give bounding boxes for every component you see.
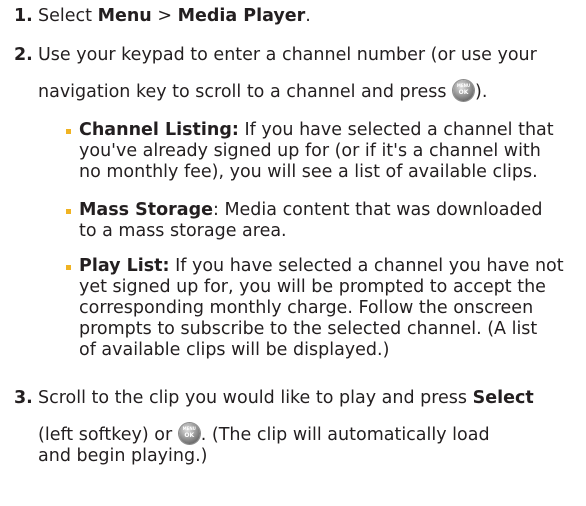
- bullet-marker: [66, 265, 71, 270]
- bullet-term: Channel Listing:: [79, 120, 239, 140]
- step-text: Scroll to the clip you would like to pla…: [38, 388, 578, 467]
- step-1: 1. Select Menu > Media Player.: [14, 6, 578, 27]
- bullet-text: If you have selected a channel you have …: [169, 256, 564, 276]
- step-line: Scroll to the clip you would like to pla…: [38, 388, 578, 409]
- bullet-play-list: Play List: If you have selected a channe…: [66, 256, 574, 361]
- bullet-line: to a mass storage area.: [79, 221, 287, 241]
- bullet-line: prompts to subscribe to the selected cha…: [79, 319, 538, 339]
- media-player-term: Media Player: [177, 6, 306, 26]
- bullet-term: Play List:: [79, 256, 170, 276]
- menu-ok-key-icon: [178, 423, 200, 444]
- select-term: Select: [472, 388, 534, 408]
- step-3: 3. Scroll to the clip you would like to …: [14, 388, 578, 467]
- bullet-line: Play List: If you have selected a channe…: [79, 256, 574, 277]
- bullet-mass-storage: Mass Storage: Media content that was dow…: [66, 200, 574, 242]
- step-text: Select Menu > Media Player.: [38, 6, 578, 27]
- bullet-term: Mass Storage: [79, 200, 213, 220]
- bullet-line: yet signed up for, you will be prompted …: [79, 277, 546, 297]
- step-text-part: navigation key to scroll to a channel an…: [38, 82, 453, 102]
- step-text-part: Scroll to the clip you would like to pla…: [38, 388, 473, 408]
- menu-term: Menu: [97, 6, 152, 26]
- step-line: navigation key to scroll to a channel an…: [38, 80, 578, 103]
- bullet-text: : Media content that was downloaded: [212, 200, 543, 220]
- bullet-marker: [66, 129, 71, 134]
- step-text-part: ).: [475, 82, 488, 102]
- menu-ok-key-icon: [453, 80, 475, 101]
- bullet-marker: [66, 209, 71, 214]
- bullet-line: of available clips will be displayed.): [79, 340, 390, 360]
- step-line: (left softkey) or . (The clip will autom…: [38, 423, 578, 446]
- bullet-line: corresponding monthly charge. Follow the…: [79, 298, 534, 318]
- bullet-text: If you have selected a channel that: [238, 120, 554, 140]
- step-text-part: >: [151, 6, 178, 26]
- bullet-line: you've already signed up for (or if it's…: [79, 141, 541, 161]
- step-text-part: Select: [38, 6, 98, 26]
- step-line: Use your keypad to enter a channel numbe…: [38, 45, 537, 65]
- step-text-part: . (The clip will automatically load: [200, 425, 490, 445]
- bullet-line: no monthly fee), you will see a list of …: [79, 162, 538, 182]
- bullet-line: Channel Listing: If you have selected a …: [79, 120, 574, 141]
- step-number: 2.: [14, 45, 33, 65]
- step-number: 1.: [14, 6, 33, 26]
- step-text: Use your keypad to enter a channel numbe…: [38, 45, 578, 103]
- bullet-line: Mass Storage: Media content that was dow…: [79, 200, 574, 221]
- step-text-part: (left softkey) or: [38, 425, 178, 445]
- step-text-part: .: [305, 6, 311, 26]
- bullet-channel-listing: Channel Listing: If you have selected a …: [66, 120, 574, 183]
- step-number: 3.: [14, 388, 33, 408]
- step-line: and begin playing.): [38, 446, 208, 466]
- step-2: 2. Use your keypad to enter a channel nu…: [14, 45, 578, 103]
